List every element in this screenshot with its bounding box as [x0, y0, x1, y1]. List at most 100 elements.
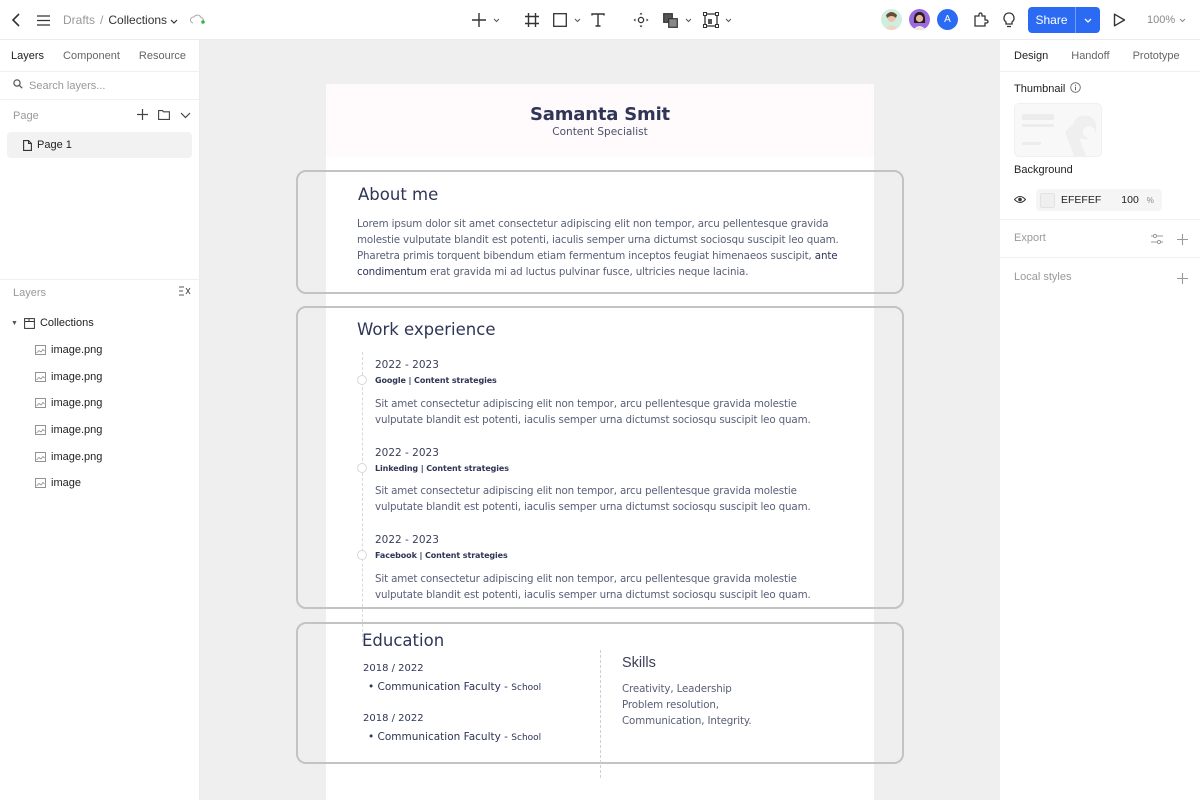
background-row: EFEFEF 100 % — [1013, 189, 1164, 211]
share-dropdown-chevron-icon[interactable] — [1076, 7, 1100, 33]
avatar-collaborator-1[interactable] — [881, 9, 902, 30]
education-title: Education — [362, 631, 445, 650]
layer-name: image.png — [51, 344, 103, 357]
job-date: 2022 - 2023 — [375, 447, 439, 459]
add-icon[interactable] — [471, 12, 487, 28]
education-date: 2018 / 2022 — [363, 713, 424, 724]
folder-icon[interactable] — [158, 109, 170, 123]
boolean-ops-icon[interactable] — [662, 12, 678, 28]
mask-tool-icon[interactable] — [702, 11, 720, 29]
background-opacity-value[interactable]: 100 — [1121, 194, 1139, 206]
export-label: Export — [1014, 232, 1046, 244]
chevron-down-icon[interactable] — [1179, 14, 1186, 26]
background-hex-value[interactable]: EFEFEF — [1061, 194, 1101, 206]
left-panel-tabs: Layers Component Resource — [0, 40, 199, 72]
tab-component[interactable]: Component — [63, 50, 120, 62]
job-date: 2022 - 2023 — [375, 534, 439, 546]
add-export-icon[interactable] — [1177, 232, 1188, 250]
info-icon[interactable] — [1070, 82, 1082, 96]
image-icon — [35, 345, 46, 355]
tab-layers[interactable]: Layers — [11, 50, 44, 62]
tab-handoff[interactable]: Handoff — [1071, 50, 1109, 62]
layer-name: image.png — [51, 424, 103, 437]
background-color-swatch[interactable] — [1040, 192, 1055, 208]
education-school: School — [511, 733, 542, 743]
layer-row-image[interactable]: image.png — [0, 390, 199, 417]
skills-list: Creativity, Leadership Problem resolutio… — [622, 681, 822, 729]
page-section-label: Page — [13, 110, 39, 122]
boolean-dropdown-chevron-icon[interactable] — [683, 16, 693, 24]
work-experience-title: Work experience — [357, 320, 496, 339]
search-layers-input[interactable] — [29, 79, 179, 92]
zoom-level-dropdown[interactable]: 100% — [1147, 0, 1186, 40]
breadcrumb-current-file[interactable]: Collections — [108, 13, 167, 27]
collapse-all-layers-icon[interactable] — [179, 286, 191, 299]
about-me-title: About me — [358, 185, 439, 204]
job-description-line: vulputate blandit est potenti, iaculis s… — [375, 501, 811, 513]
timeline-line — [362, 352, 363, 642]
layer-name: image.png — [51, 397, 103, 410]
page-icon — [23, 139, 32, 151]
zoom-level-value[interactable]: 100% — [1147, 14, 1175, 26]
chevron-down-icon[interactable] — [170, 13, 178, 27]
layer-row-image[interactable]: image.png — [0, 443, 199, 470]
design-canvas[interactable]: Samanta Smit Content Specialist About me… — [200, 40, 1000, 800]
layer-row-image[interactable]: image.png — [0, 417, 199, 444]
thumbnail-preview[interactable] — [1014, 103, 1102, 157]
layer-name: image.png — [51, 450, 103, 463]
menu-icon[interactable] — [36, 12, 50, 28]
job-description-line: vulputate blandit est potenti, iaculis s… — [375, 589, 811, 601]
share-button-label[interactable]: Share — [1028, 7, 1076, 33]
plugins-icon[interactable] — [972, 11, 990, 29]
layer-row-collections[interactable]: ▼ Collections — [0, 310, 199, 337]
left-panel: Layers Component Resource Page Page 1 La… — [0, 40, 200, 800]
component-icon[interactable] — [632, 11, 650, 29]
avatar-collaborator-2[interactable] — [909, 9, 930, 30]
education-degree: Communication Faculty - — [377, 731, 512, 743]
layer-row-image[interactable]: image — [0, 470, 199, 497]
share-button[interactable]: Share — [1028, 7, 1100, 33]
frame-tool-icon[interactable] — [524, 12, 540, 28]
background-color-field[interactable]: EFEFEF 100 % — [1036, 189, 1162, 211]
collapse-pages-chevron-icon[interactable] — [180, 110, 191, 122]
job-title: Facebook | Content strategies — [375, 551, 508, 560]
add-dropdown-chevron-icon[interactable] — [491, 16, 501, 24]
layer-name: image.png — [51, 370, 103, 383]
mask-dropdown-chevron-icon[interactable] — [723, 16, 733, 24]
shape-dropdown-chevron-icon[interactable] — [572, 16, 582, 24]
tab-prototype[interactable]: Prototype — [1133, 50, 1180, 62]
resume-header: Samanta Smit Content Specialist — [326, 84, 874, 157]
lightbulb-icon[interactable] — [1000, 11, 1018, 29]
job-description-line: Sit amet consectetur adipiscing elit non… — [375, 573, 797, 585]
expand-caret-icon[interactable]: ▼ — [11, 320, 18, 327]
export-settings-icon[interactable] — [1151, 232, 1163, 250]
layer-search — [0, 72, 199, 100]
visibility-eye-icon[interactable] — [1013, 191, 1027, 209]
layer-name: Collections — [39, 317, 94, 330]
about-text-part-2: erat gravida mi ad luctus pulvinar fusce… — [426, 266, 749, 278]
timeline-dot — [357, 375, 367, 385]
tab-design[interactable]: Design — [1014, 50, 1048, 62]
skills-line: Problem resolution, — [622, 699, 719, 711]
rectangle-tool-icon[interactable] — [552, 12, 568, 28]
layer-row-image[interactable]: image.png — [0, 363, 199, 390]
avatar-user-initial[interactable]: A — [937, 9, 958, 30]
page-section-header: Page — [0, 100, 199, 132]
top-toolbar: Drafts / Collections A Share 100% — [0, 0, 1200, 40]
add-local-style-icon[interactable] — [1177, 271, 1188, 289]
education-school: School — [511, 683, 542, 693]
back-icon[interactable] — [9, 12, 23, 28]
layer-row-image[interactable]: image.png — [0, 337, 199, 364]
resume-role: Content Specialist — [552, 126, 648, 138]
job-description-line: vulputate blandit est potenti, iaculis s… — [375, 414, 811, 426]
add-page-icon[interactable] — [137, 109, 148, 123]
tab-resource[interactable]: Resource — [139, 50, 186, 62]
job-description: Sit amet consectetur adipiscing elit non… — [375, 396, 835, 428]
breadcrumb-drafts[interactable]: Drafts — [63, 13, 95, 27]
play-prototype-icon[interactable] — [1111, 12, 1127, 28]
text-tool-icon[interactable] — [590, 12, 606, 28]
job-description: Sit amet consectetur adipiscing elit non… — [375, 571, 835, 603]
thumbnail-label: Thumbnail — [1014, 83, 1066, 95]
page-item-page-1[interactable]: Page 1 — [7, 132, 192, 158]
image-icon — [35, 425, 46, 436]
